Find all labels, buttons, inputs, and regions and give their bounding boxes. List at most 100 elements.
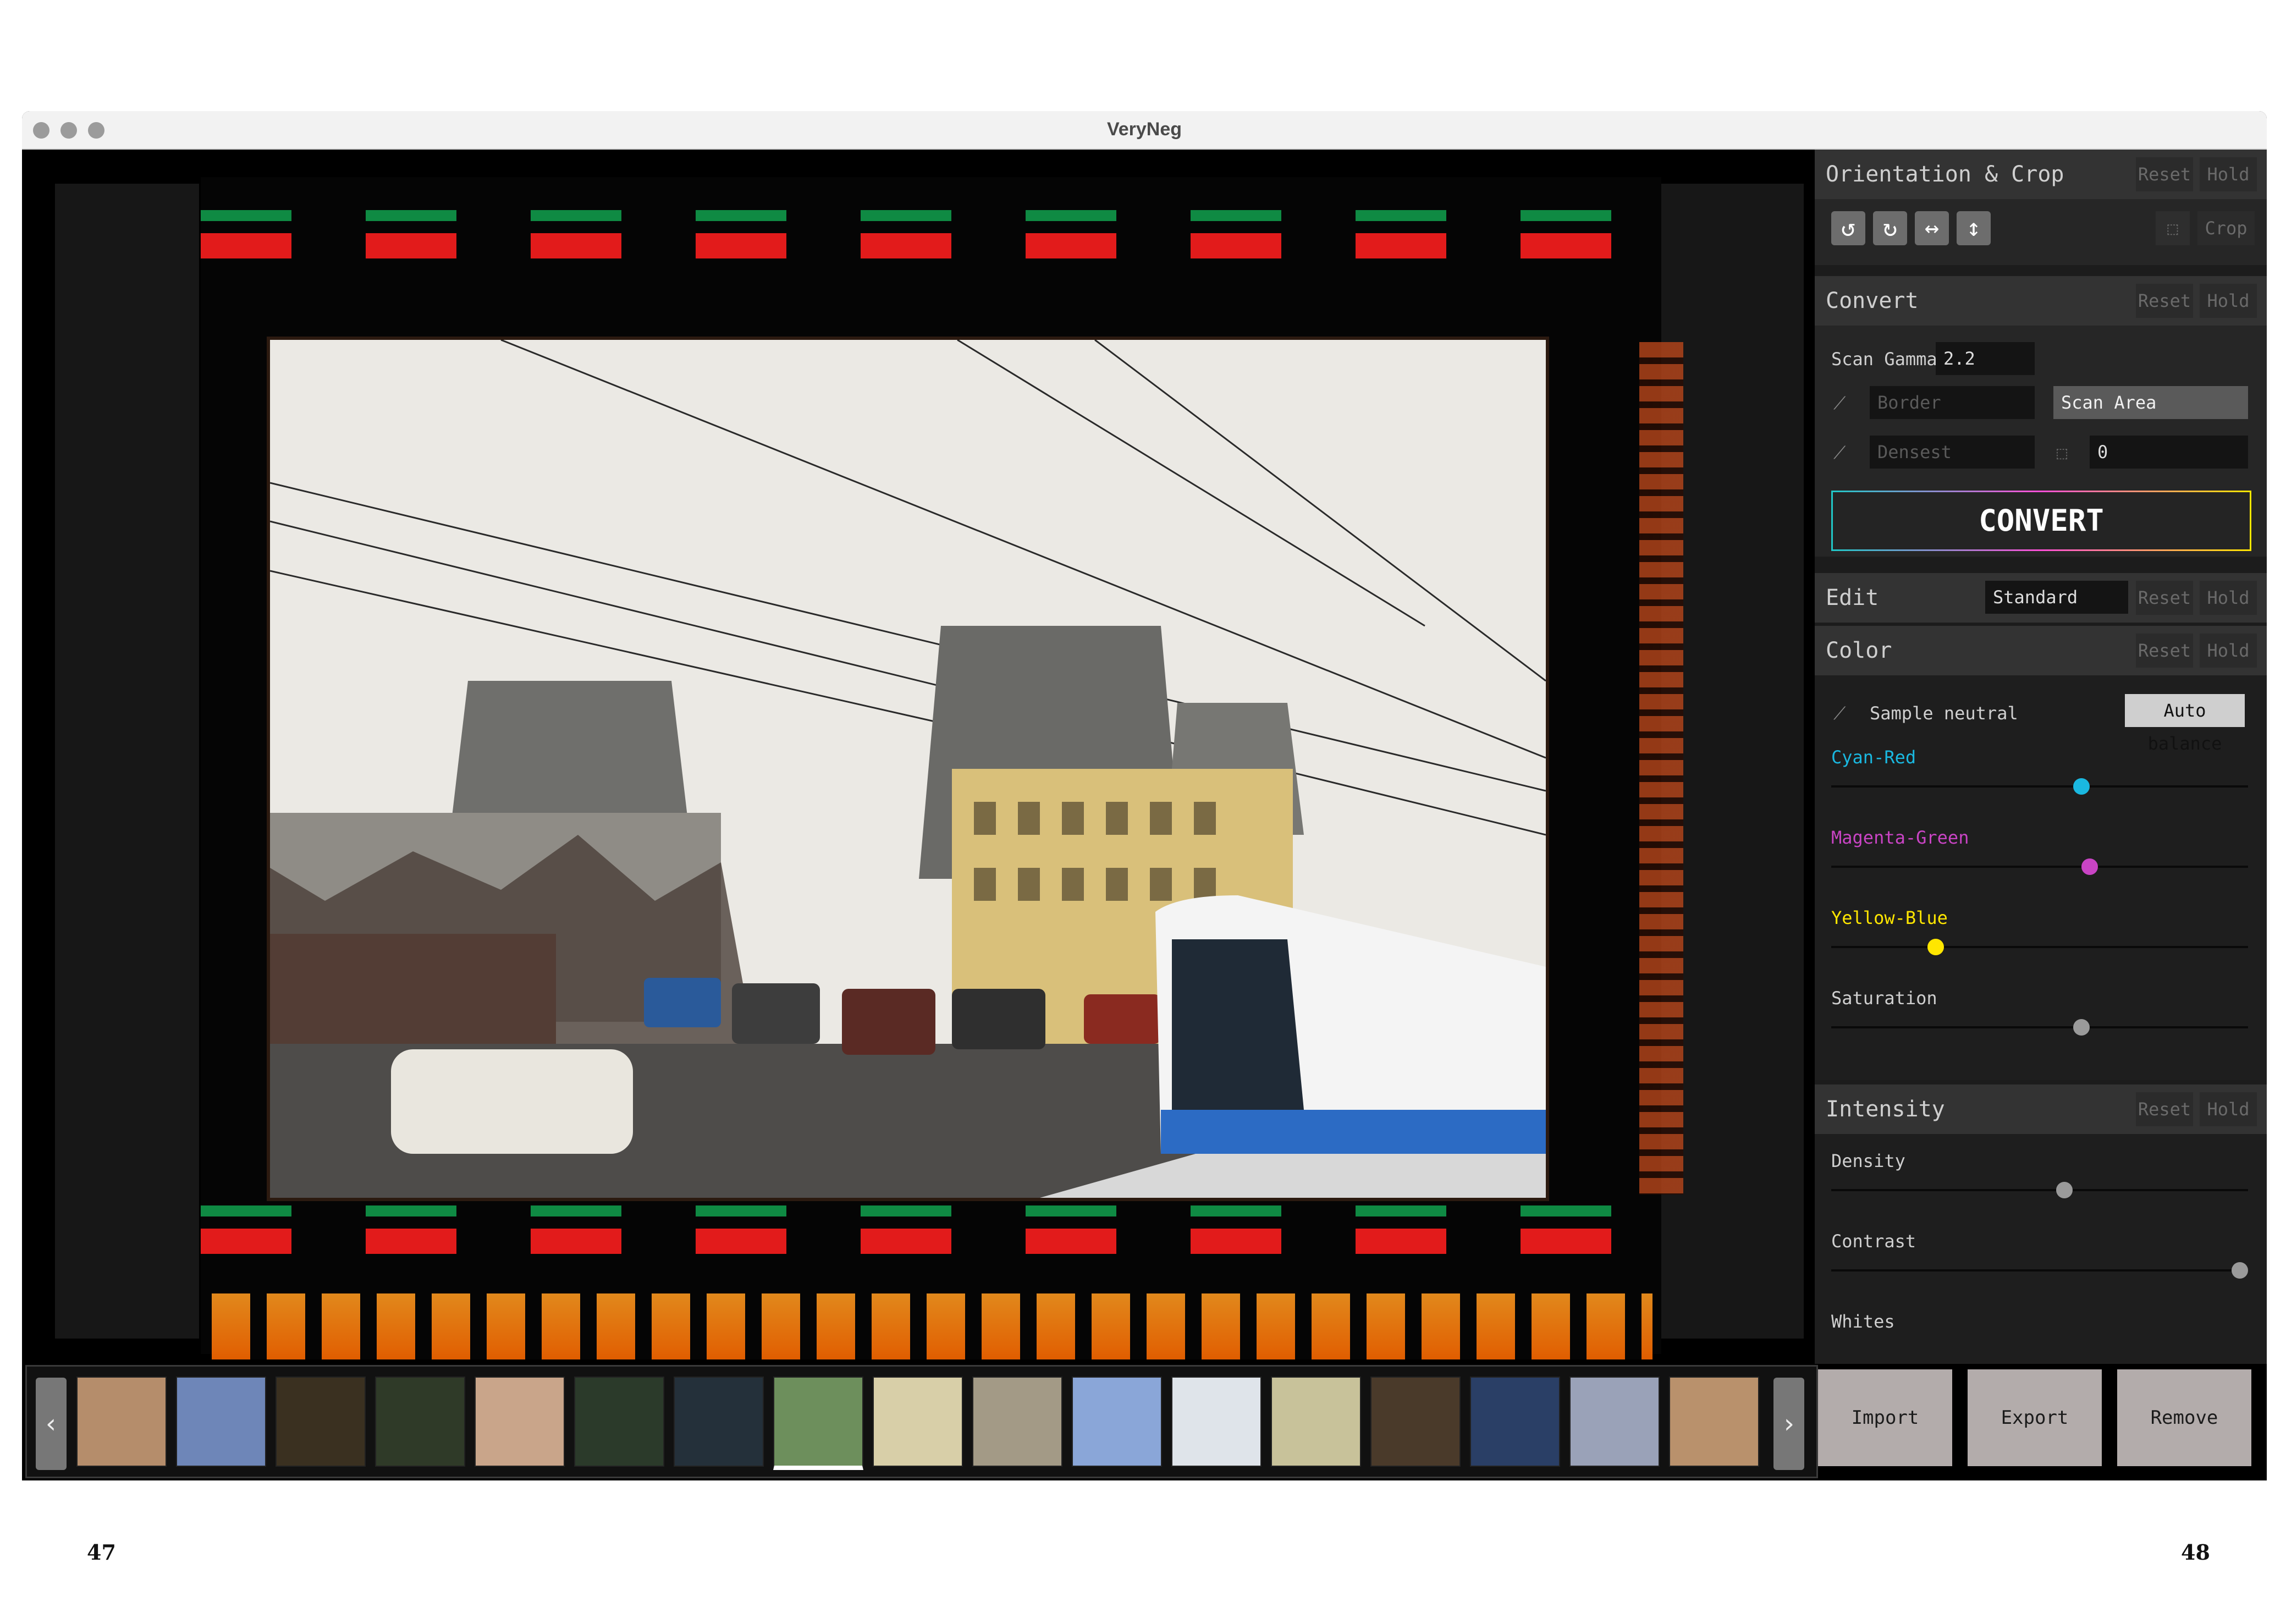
sprocket-mark <box>201 210 291 260</box>
sprocket-mark <box>1356 1205 1446 1255</box>
sprocket-mark <box>366 210 456 260</box>
orientation-crop-section: Orientation & Crop Reset Hold ↺ ↻ ↔ ↕ ⬚ … <box>1815 150 2267 265</box>
filmstrip-thumbnail[interactable] <box>1370 1377 1461 1467</box>
reset-button[interactable]: Reset <box>2136 284 2193 318</box>
convert-button[interactable]: CONVERT <box>1831 491 2251 551</box>
filmstrip-thumbnail[interactable] <box>1470 1377 1560 1467</box>
sprocket-mark <box>1356 210 1446 260</box>
slider-label: Cyan-Red <box>1831 747 1916 768</box>
slider-track[interactable] <box>1831 778 2248 795</box>
filmstrip-thumbnail[interactable] <box>773 1377 863 1470</box>
filmstrip-thumbnail[interactable] <box>176 1377 266 1467</box>
crop-button[interactable]: Crop <box>2197 211 2255 245</box>
reset-button[interactable]: Reset <box>2136 1092 2193 1126</box>
slider-track[interactable] <box>1831 1182 2248 1198</box>
app-window: VeryNeg ‹ › Orientation & Crop Reset Hol… <box>22 111 2267 1480</box>
film-right-edge <box>1639 342 1683 1194</box>
densest-field[interactable]: Densest <box>1870 436 2035 469</box>
slider-track[interactable] <box>1831 858 2248 875</box>
sprocket-mark <box>1521 210 1611 260</box>
bottom-sprocket-row <box>201 1205 1661 1266</box>
filmstrip[interactable]: ‹ › <box>25 1365 1818 1478</box>
slider-knob[interactable] <box>2081 858 2098 875</box>
scan-area-button[interactable]: Scan Area <box>2053 386 2248 419</box>
sprocket-mark <box>1521 1205 1611 1255</box>
sprocket-mark <box>531 1205 621 1255</box>
convert-section: Convert Reset Hold Scan Gamma 2.2 ⟋ Bord… <box>1815 276 2267 557</box>
page-number-right: 48 <box>2181 1540 2210 1565</box>
title-bar: VeryNeg <box>22 111 2267 150</box>
sprocket-mark <box>861 1205 951 1255</box>
flip-vertical-icon[interactable]: ↕ <box>1957 211 1991 245</box>
rotate-left-icon[interactable]: ↺ <box>1831 211 1865 245</box>
filmstrip-thumbnail[interactable] <box>375 1377 465 1467</box>
hold-button[interactable]: Hold <box>2200 581 2257 615</box>
slider-track[interactable] <box>1831 1019 2248 1036</box>
filmstrip-thumbnail[interactable] <box>674 1377 764 1467</box>
filmstrip-thumbnail[interactable] <box>873 1377 963 1467</box>
sprocket-mark <box>531 210 621 260</box>
hold-button[interactable]: Hold <box>2200 1092 2257 1126</box>
filmstrip-thumbnail[interactable] <box>574 1377 664 1467</box>
slider-track[interactable] <box>1831 939 2248 955</box>
section-title: Orientation & Crop <box>1826 162 2064 187</box>
eyedropper-icon[interactable]: ⟋ <box>1833 442 1846 464</box>
reset-button[interactable]: Reset <box>2136 581 2193 615</box>
scan-gamma-field[interactable]: 2.2 <box>1936 342 2035 375</box>
edit-header: Edit Standard Reset Hold <box>1815 573 2267 623</box>
export-button[interactable]: Export <box>1968 1369 2102 1466</box>
slider-knob[interactable] <box>2231 1262 2248 1279</box>
eyedropper-icon[interactable]: ⟋ <box>1833 703 1846 724</box>
window-title: VeryNeg <box>1106 119 1182 140</box>
hold-button[interactable]: Hold <box>2200 157 2257 191</box>
filmstrip-thumbnail[interactable] <box>1569 1377 1660 1467</box>
auto-balance-button[interactable]: Auto balance <box>2125 694 2245 754</box>
sprocket-mark <box>696 1205 786 1255</box>
import-button[interactable]: Import <box>1818 1369 1952 1466</box>
filmstrip-thumbnail[interactable] <box>1669 1377 1759 1467</box>
edit-mode-select[interactable]: Standard <box>1985 581 2128 614</box>
control-panel: Orientation & Crop Reset Hold ↺ ↻ ↔ ↕ ⬚ … <box>1815 150 2267 1364</box>
section-title: Convert <box>1826 288 1919 313</box>
slider-knob[interactable] <box>2073 1019 2090 1036</box>
left-gutter <box>55 184 199 1339</box>
rotate-right-icon[interactable]: ↻ <box>1873 211 1907 245</box>
slider-knob[interactable] <box>1927 939 1944 955</box>
slider-label: Density <box>1831 1150 1905 1171</box>
reset-button[interactable]: Reset <box>2136 634 2193 668</box>
slider-knob[interactable] <box>2056 1182 2073 1198</box>
converted-photo <box>267 337 1549 1201</box>
filmstrip-thumbnail[interactable] <box>1171 1377 1262 1467</box>
eyedropper-icon[interactable]: ⟋ <box>1833 393 1846 414</box>
sprocket-mark <box>366 1205 456 1255</box>
filmstrip-thumbnail[interactable] <box>276 1377 366 1467</box>
flip-horizontal-icon[interactable]: ↔ <box>1915 211 1949 245</box>
remove-button[interactable]: Remove <box>2117 1369 2251 1466</box>
section-title: Intensity <box>1826 1097 1945 1122</box>
hold-button[interactable]: Hold <box>2200 634 2257 668</box>
section-title: Color <box>1826 638 1892 663</box>
sprocket-mark <box>1191 210 1281 260</box>
slider-label: Yellow-Blue <box>1831 907 1948 928</box>
filmstrip-thumbnail[interactable] <box>76 1377 167 1467</box>
color-section: Color Reset Hold ⟋ Sample neutral Auto b… <box>1815 626 2267 1080</box>
slider-knob[interactable] <box>2073 778 2090 795</box>
reset-button[interactable]: Reset <box>2136 157 2193 191</box>
filmstrip-thumbnail[interactable] <box>1072 1377 1162 1467</box>
filmstrip-prev-button[interactable]: ‹ <box>36 1378 67 1470</box>
sprocket-mark <box>861 210 951 260</box>
crop-frame-icon[interactable]: ⬚ <box>2156 211 2190 245</box>
border-field[interactable]: Border <box>1870 386 2035 419</box>
slider-label: Saturation <box>1831 988 1937 1009</box>
filmstrip-thumbnail[interactable] <box>972 1377 1062 1467</box>
image-viewer[interactable] <box>22 150 1810 1364</box>
filmstrip-thumbnail[interactable] <box>475 1377 565 1467</box>
filmstrip-next-button[interactable]: › <box>1773 1378 1804 1470</box>
slider-track[interactable] <box>1831 1262 2248 1279</box>
page-number-left: 47 <box>87 1540 116 1565</box>
hold-button[interactable]: Hold <box>2200 284 2257 318</box>
filmstrip-thumbnail[interactable] <box>1271 1377 1361 1467</box>
scan-area-value-field[interactable]: 0 <box>2090 436 2248 469</box>
top-sprocket-row <box>201 210 1661 271</box>
sprocket-mark <box>1191 1205 1281 1255</box>
